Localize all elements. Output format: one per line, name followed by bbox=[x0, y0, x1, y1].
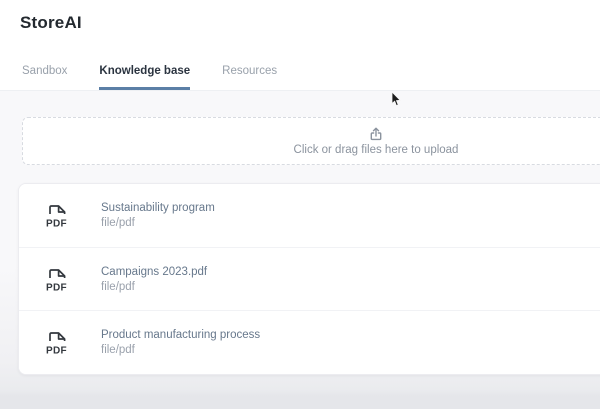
content-area: Click or drag files here to upload PDF S… bbox=[0, 91, 600, 409]
file-type: file/pdf bbox=[101, 344, 260, 356]
file-type: file/pdf bbox=[101, 281, 207, 293]
file-title: Campaigns 2023.pdf bbox=[101, 266, 207, 278]
svg-text:PDF: PDF bbox=[46, 346, 67, 357]
file-text: Campaigns 2023.pdf file/pdf bbox=[101, 266, 207, 293]
file-text: Sustainability program file/pdf bbox=[101, 202, 215, 229]
tab-knowledge-base[interactable]: Knowledge base bbox=[99, 65, 190, 90]
upload-dropzone[interactable]: Click or drag files here to upload bbox=[22, 117, 600, 165]
upload-tray-arrow-icon bbox=[368, 126, 384, 142]
file-text: Product manufacturing process file/pdf bbox=[101, 329, 260, 356]
pdf-file-icon: PDF bbox=[46, 266, 68, 293]
file-type: file/pdf bbox=[101, 217, 215, 229]
app-header: StoreAI Sandbox Knowledge base Resources bbox=[0, 0, 600, 91]
pdf-file-icon: PDF bbox=[46, 329, 68, 356]
file-row-product-manufacturing-process[interactable]: PDF Product manufacturing process file/p… bbox=[19, 311, 600, 374]
file-row-sustainability-program[interactable]: PDF Sustainability program file/pdf bbox=[19, 184, 600, 248]
app-title: StoreAI bbox=[20, 13, 82, 33]
knowledge-base-file-list: PDF Sustainability program file/pdf PDF … bbox=[18, 183, 600, 375]
file-row-campaigns-2023[interactable]: PDF Campaigns 2023.pdf file/pdf bbox=[19, 248, 600, 312]
tab-resources[interactable]: Resources bbox=[222, 65, 277, 90]
svg-text:PDF: PDF bbox=[46, 218, 67, 229]
tab-bar: Sandbox Knowledge base Resources bbox=[22, 65, 277, 90]
pdf-file-icon: PDF bbox=[46, 202, 68, 229]
tab-sandbox[interactable]: Sandbox bbox=[22, 65, 67, 90]
upload-dropzone-label: Click or drag files here to upload bbox=[294, 144, 459, 156]
file-title: Product manufacturing process bbox=[101, 329, 260, 341]
file-title: Sustainability program bbox=[101, 202, 215, 214]
svg-text:PDF: PDF bbox=[46, 282, 67, 293]
